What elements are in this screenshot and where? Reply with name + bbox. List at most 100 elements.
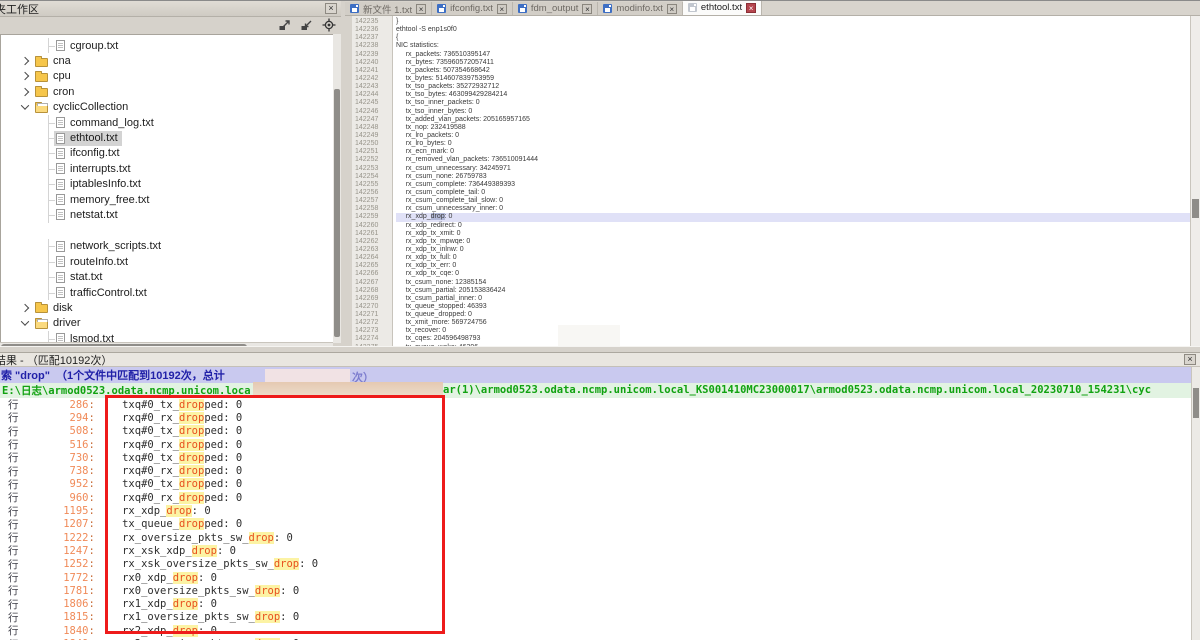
result-row[interactable]: 行 516 : rxq#0_rx_dropped: 0 (0, 438, 1191, 451)
results-file-path[interactable]: E:\日志\armod0523.odata.ncmp.unicom.loca a… (0, 383, 1200, 398)
tree-item[interactable]: cgroup.txt (1, 38, 333, 53)
scrollbar-thumb[interactable] (334, 89, 340, 337)
tab-close-icon[interactable]: × (746, 3, 756, 13)
code-area[interactable]: }ethtool -S enp1s0f0{NIC statistics: rx_… (396, 16, 1190, 346)
code-line[interactable]: rx_xdp_tx_xmit: 0 (396, 230, 1190, 238)
code-line[interactable]: rx_packets: 736510395147 (396, 51, 1190, 59)
code-line[interactable]: tx_packets: 507354668642 (396, 67, 1190, 75)
code-line[interactable]: rx_lro_bytes: 0 (396, 140, 1190, 148)
tree-item[interactable]: cron (1, 84, 333, 99)
result-row[interactable]: 行 1207 : tx_queue_dropped: 0 (0, 518, 1191, 531)
code-line[interactable]: tx_tso_bytes: 463099429284214 (396, 91, 1190, 99)
chevron-icon[interactable] (21, 304, 29, 312)
chevron-icon[interactable] (21, 88, 29, 96)
result-row[interactable]: 行 1781 : rx0_oversize_pkts_sw_drop: 0 (0, 584, 1191, 597)
tree-vertical-scrollbar[interactable] (333, 34, 341, 343)
tab[interactable]: ethtool.txt × (683, 0, 762, 15)
code-line[interactable]: tx_bytes: 514607839753959 (396, 75, 1190, 83)
result-row[interactable]: 行 1252 : rx_xsk_oversize_pkts_sw_drop: 0 (0, 558, 1191, 571)
editor-vertical-scrollbar[interactable] (1190, 16, 1200, 346)
scrollbar-thumb[interactable] (1193, 388, 1199, 418)
code-line[interactable]: rx_removed_vlan_packets: 736510091444 (396, 156, 1190, 164)
code-line[interactable]: rx_xdp_tx_inlnw: 0 (396, 246, 1190, 254)
code-line[interactable]: rx_xdp_drop: 0 (396, 213, 1190, 221)
chevron-icon[interactable] (21, 318, 29, 326)
tab[interactable]: 新文件 1.txt × (345, 2, 432, 15)
results-close-icon[interactable]: × (1184, 354, 1196, 365)
tree-item[interactable]: ifconfig.txt (1, 146, 333, 161)
result-row[interactable]: 行 738 : rxq#0_rx_dropped: 0 (0, 464, 1191, 477)
tab-close-icon[interactable]: × (416, 4, 426, 14)
tab[interactable]: ifconfig.txt × (432, 2, 513, 15)
result-row[interactable]: 行 1222 : rx_oversize_pkts_sw_drop: 0 (0, 531, 1191, 544)
code-line[interactable]: rx_xdp_tx_err: 0 (396, 262, 1190, 270)
scrollbar-thumb[interactable] (1192, 199, 1199, 218)
code-line[interactable]: rx_xdp_redirect: 0 (396, 222, 1190, 230)
result-row[interactable]: 行 1195 : rx_xdp_drop: 0 (0, 504, 1191, 517)
result-row[interactable]: 行 508 : txq#0_tx_dropped: 0 (0, 425, 1191, 438)
tree-item[interactable]: stat.txt (1, 269, 333, 284)
result-row[interactable]: 行 1772 : rx0_xdp_drop: 0 (0, 571, 1191, 584)
code-line[interactable]: tx_csum_partial: 205153836424 (396, 287, 1190, 295)
tree-item[interactable]: cyclicCollection (1, 100, 333, 115)
code-line[interactable]: ethtool -S enp1s0f0 (396, 26, 1190, 34)
chevron-icon[interactable] (21, 102, 29, 110)
code-line[interactable]: { (396, 34, 1190, 42)
tree-item[interactable]: ethtool.txt (1, 130, 333, 145)
code-line[interactable]: rx_csum_unnecessary: 34245971 (396, 165, 1190, 173)
tree-item[interactable]: network_scripts.txt (1, 239, 333, 254)
horizontal-splitter[interactable] (0, 346, 1200, 353)
result-row[interactable]: 行 1840 : rx2_xdp_drop: 0 (0, 624, 1191, 637)
result-row[interactable]: 行 294 : rxq#0_rx_dropped: 0 (0, 411, 1191, 424)
tab[interactable]: modinfo.txt × (598, 2, 682, 15)
code-line[interactable]: tx_cqes: 204596498793 (396, 335, 1190, 343)
code-line[interactable]: } (396, 18, 1190, 26)
tree-item[interactable]: cna (1, 53, 333, 68)
code-line[interactable]: rx_csum_complete: 736449389393 (396, 181, 1190, 189)
tree-item[interactable]: command_log.txt (1, 115, 333, 130)
tree-item[interactable]: disk (1, 300, 333, 315)
tree-item[interactable]: driver (1, 316, 333, 331)
code-line[interactable]: tx_tso_packets: 35272932712 (396, 83, 1190, 91)
results-list[interactable]: 行 286 : txq#0_tx_dropped: 0 行 294 : rxq#… (0, 398, 1191, 640)
code-line[interactable]: tx_csum_partial_inner: 0 (396, 295, 1190, 303)
collapse-all-icon[interactable] (300, 18, 314, 32)
code-line[interactable]: NIC statistics: (396, 42, 1190, 50)
tree-item[interactable]: memory_free.txt (1, 192, 333, 207)
chevron-icon[interactable] (21, 72, 29, 80)
code-line[interactable]: rx_csum_none: 26759783 (396, 173, 1190, 181)
code-line[interactable]: rx_xdp_tx_cqe: 0 (396, 270, 1190, 278)
code-line[interactable]: tx_tso_inner_packets: 0 (396, 99, 1190, 107)
result-row[interactable]: 行 286 : txq#0_tx_dropped: 0 (0, 398, 1191, 411)
result-row[interactable]: 行 730 : txq#0_tx_dropped: 0 (0, 451, 1191, 464)
code-line[interactable]: tx_recover: 0 (396, 327, 1190, 335)
code-line[interactable]: tx_queue_stopped: 46393 (396, 303, 1190, 311)
code-line[interactable]: tx_nop: 232419588 (396, 124, 1190, 132)
code-line[interactable]: tx_queue_dropped: 0 (396, 311, 1190, 319)
tab[interactable]: fdm_output × (513, 2, 599, 15)
result-row[interactable]: 行 1815 : rx1_oversize_pkts_sw_drop: 0 (0, 611, 1191, 624)
code-line[interactable]: rx_xdp_tx_mpwqe: 0 (396, 238, 1190, 246)
editor-pane[interactable]: 1422351422361422371422381422391422401422… (352, 16, 1190, 346)
tree-item[interactable]: interrupts.txt (1, 161, 333, 176)
code-line[interactable]: rx_ecn_mark: 0 (396, 148, 1190, 156)
result-row[interactable]: 行 952 : txq#0_tx_dropped: 0 (0, 478, 1191, 491)
code-line[interactable]: tx_tso_inner_bytes: 0 (396, 108, 1190, 116)
code-line[interactable]: rx_csum_complete_tail_slow: 0 (396, 197, 1190, 205)
code-line[interactable]: rx_lro_packets: 0 (396, 132, 1190, 140)
tree-item[interactable]: netstat.txt (1, 207, 333, 222)
result-row[interactable]: 行 1806 : rx1_xdp_drop: 0 (0, 597, 1191, 610)
code-line[interactable]: rx_csum_unnecessary_inner: 0 (396, 205, 1190, 213)
code-line[interactable]: rx_bytes: 735960572057411 (396, 59, 1190, 67)
code-line[interactable]: rx_csum_complete_tail: 0 (396, 189, 1190, 197)
chevron-icon[interactable] (21, 57, 29, 65)
result-row[interactable]: 行 960 : rxq#0_rx_dropped: 0 (0, 491, 1191, 504)
tree-item[interactable]: trafficControl.txt (1, 285, 333, 300)
tab-close-icon[interactable]: × (497, 4, 507, 14)
tab-close-icon[interactable]: × (667, 4, 677, 14)
results-vertical-scrollbar[interactable] (1191, 367, 1200, 640)
workspace-close-icon[interactable]: × (325, 3, 337, 14)
code-line[interactable]: tx_csum_none: 12385154 (396, 279, 1190, 287)
expand-all-icon[interactable] (278, 18, 292, 32)
code-line[interactable]: rx_xdp_tx_full: 0 (396, 254, 1190, 262)
